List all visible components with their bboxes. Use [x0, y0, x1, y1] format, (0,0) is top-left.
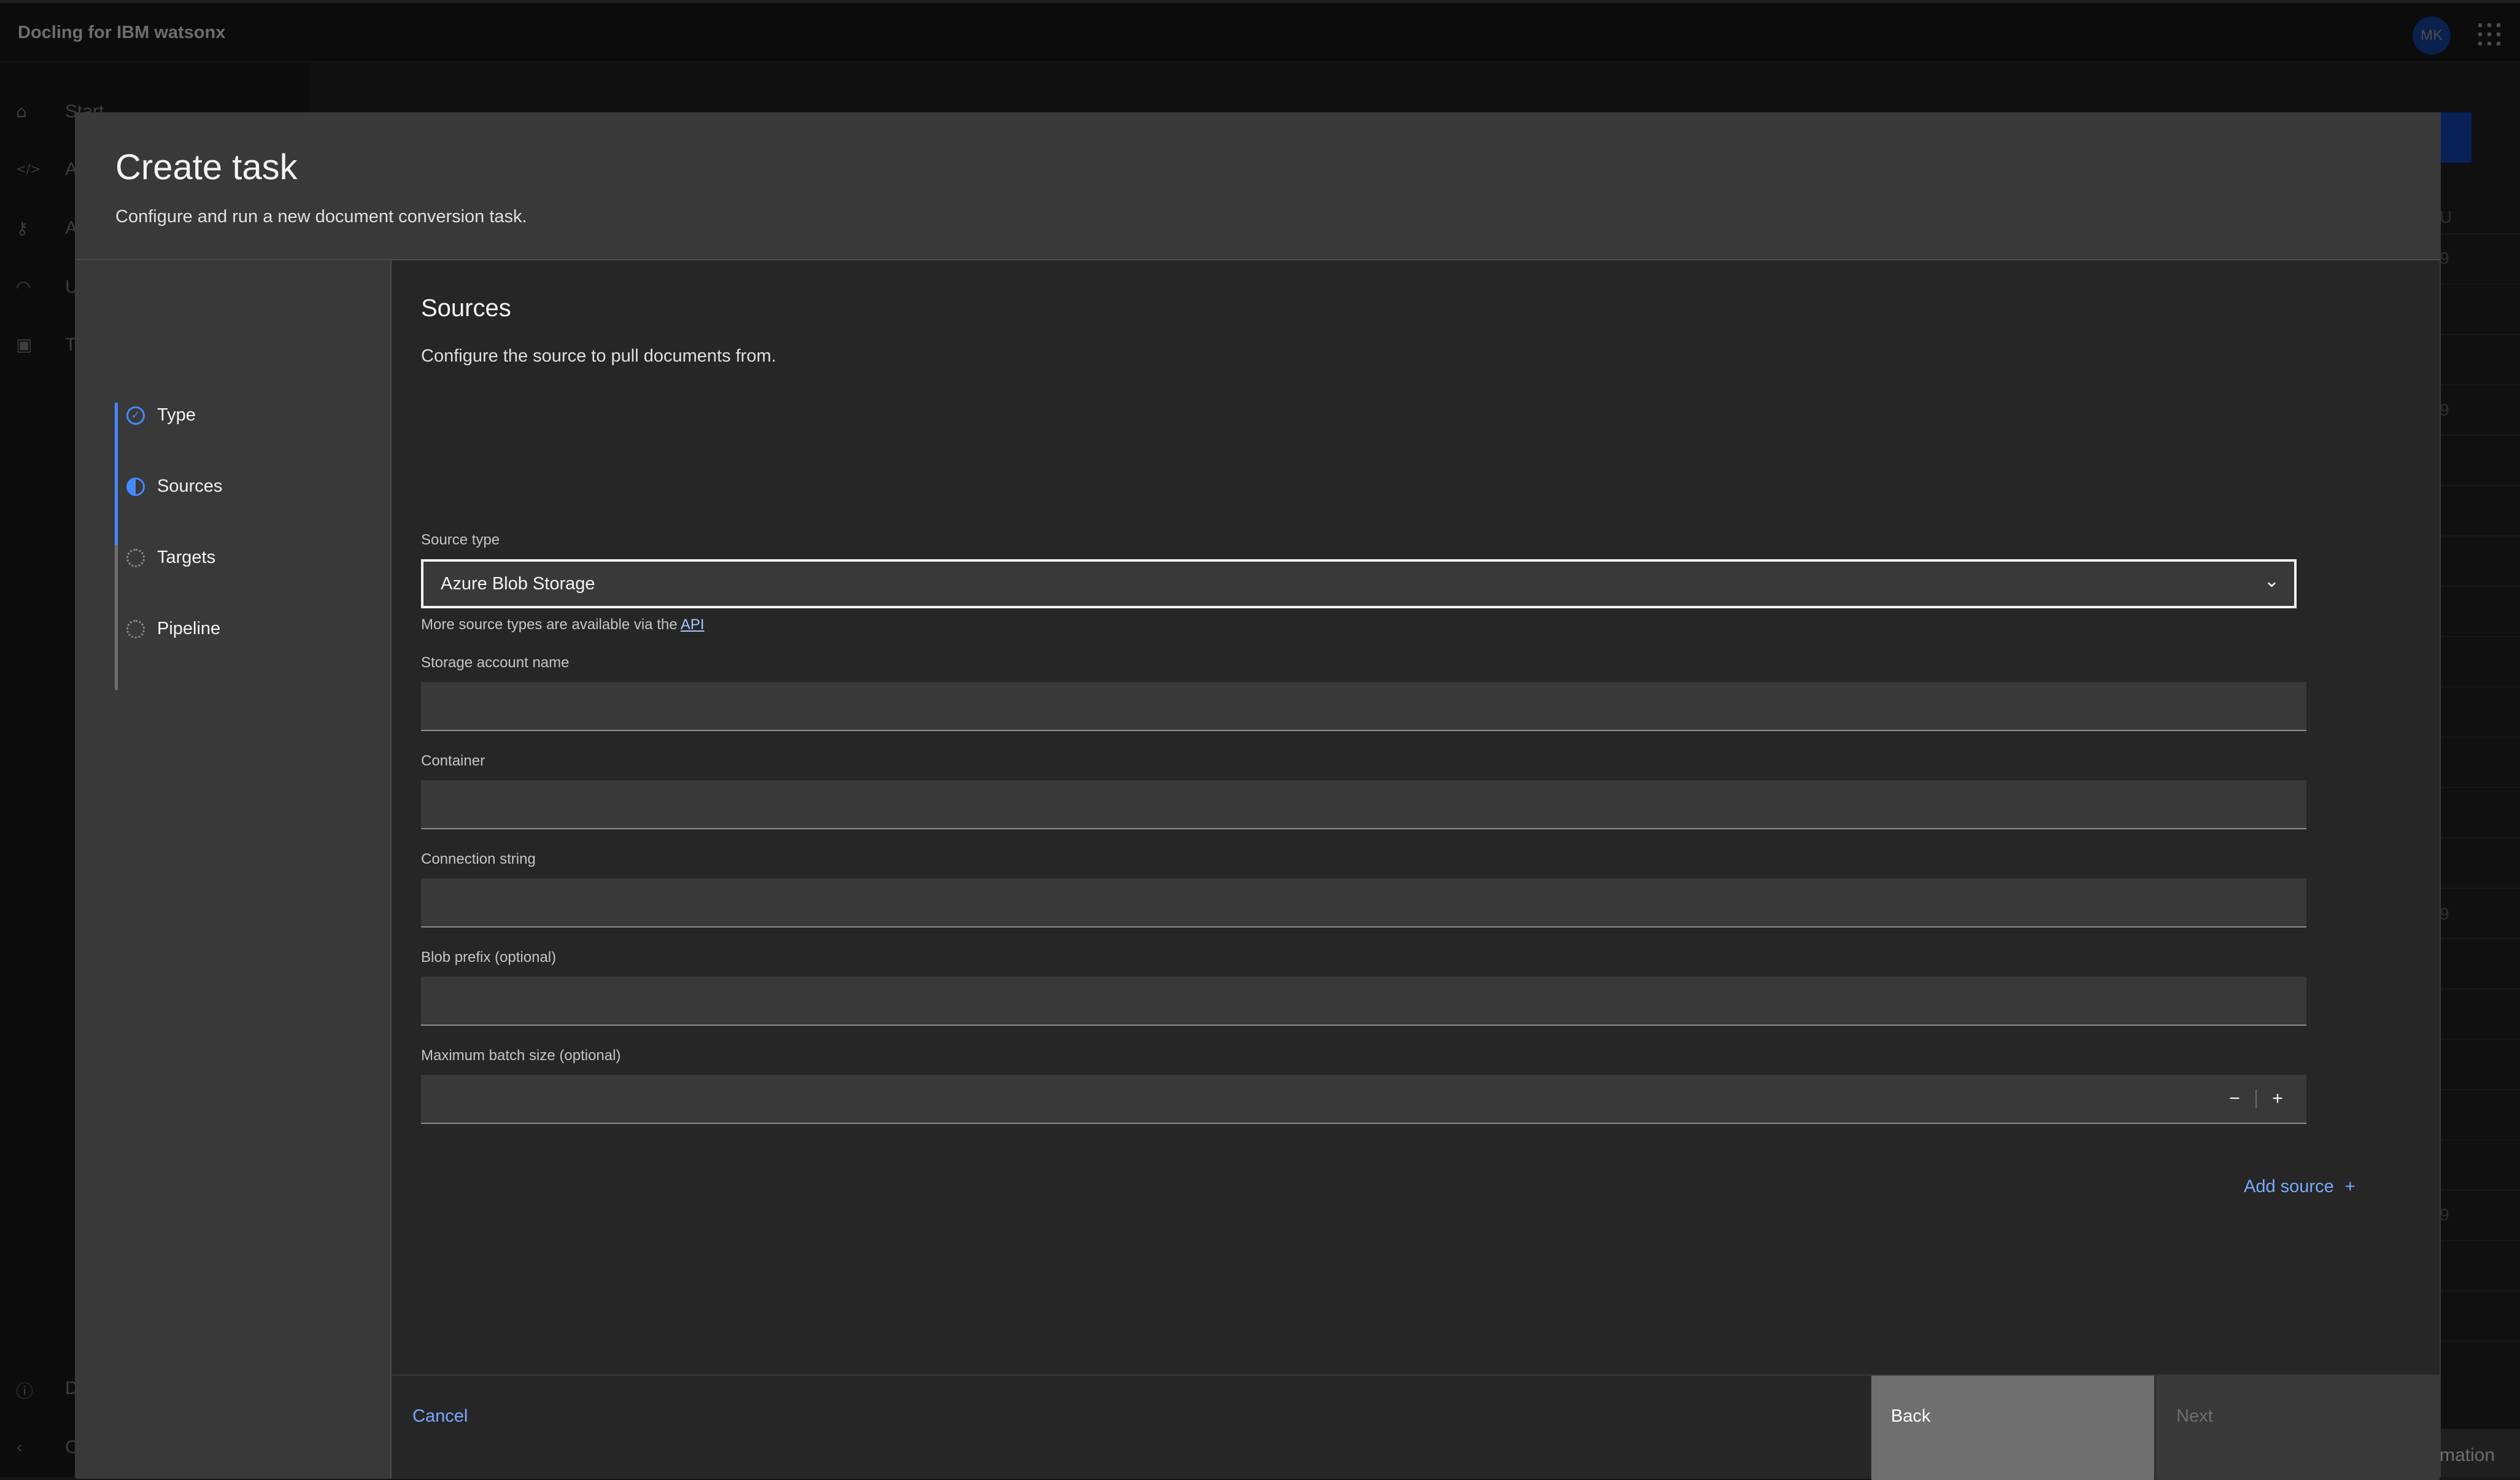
connection-string-label: Connection string: [421, 851, 536, 867]
modal-header: Create task Configure and run a new docu…: [76, 114, 2440, 260]
container-label: Container: [421, 753, 485, 769]
checkmark-outline-icon: ✓: [126, 406, 145, 425]
form-description: Configure the source to pull documents f…: [421, 346, 776, 366]
step-targets[interactable]: Targets: [126, 545, 372, 582]
source-type-helper: More source types are available via the …: [421, 616, 705, 633]
api-link[interactable]: API: [681, 616, 705, 633]
progress-rail-active: [115, 403, 118, 545]
helper-text: More source types are available via the: [421, 616, 678, 633]
max-batch-label: Maximum batch size (optional): [421, 1047, 621, 1064]
create-task-modal: Create task Configure and run a new docu…: [75, 112, 2441, 1480]
next-button[interactable]: Next: [2155, 1376, 2440, 1480]
max-batch-stepper[interactable]: − +: [421, 1075, 2306, 1124]
back-button[interactable]: Back: [1871, 1376, 2154, 1480]
step-label: Targets: [157, 548, 216, 567]
stepper-divider: [2255, 1090, 2257, 1108]
circle-dash-icon: [126, 620, 145, 638]
step-type[interactable]: ✓ Type: [126, 403, 372, 440]
add-icon: +: [2344, 1177, 2356, 1196]
sources-form: Sources Configure the source to pull doc…: [392, 260, 2440, 1374]
add-source-button[interactable]: Add source +: [2244, 1177, 2356, 1197]
increment-button[interactable]: +: [2262, 1086, 2293, 1112]
container-input[interactable]: [421, 780, 2306, 829]
source-type-label: Source type: [421, 532, 500, 548]
modal-title: Create task: [115, 147, 298, 187]
step-pipeline[interactable]: Pipeline: [126, 616, 372, 653]
form-title: Sources: [421, 295, 511, 322]
connection-string-input[interactable]: [421, 878, 2306, 928]
chevron-down-icon: ⌄: [2263, 570, 2279, 592]
add-source-label: Add source: [2244, 1177, 2334, 1196]
storage-account-label: Storage account name: [421, 654, 570, 671]
storage-account-input[interactable]: [421, 682, 2306, 731]
source-type-value: Azure Blob Storage: [441, 574, 595, 594]
blob-prefix-label: Blob prefix (optional): [421, 949, 557, 966]
step-label: Type: [157, 405, 196, 425]
source-type-select[interactable]: Azure Blob Storage ⌄: [421, 559, 2297, 608]
step-label: Sources: [157, 476, 223, 496]
incomplete-current-icon: [126, 478, 145, 496]
progress-indicator: ✓ Type Sources Targets Pipeline: [76, 260, 392, 1479]
cancel-button[interactable]: Cancel: [392, 1376, 1871, 1480]
stepper-controls: − +: [2219, 1086, 2293, 1112]
modal-footer: Cancel Back Next: [392, 1374, 2440, 1480]
circle-dash-icon: [126, 549, 145, 567]
app-root: U 9 9 9 9 mation ⌂ Start </> A ⚷ A ◠ U ▣…: [0, 0, 2520, 1480]
step-label: Pipeline: [157, 619, 221, 638]
modal-subtitle: Configure and run a new document convers…: [115, 207, 527, 227]
decrement-button[interactable]: −: [2219, 1086, 2250, 1112]
blob-prefix-input[interactable]: [421, 977, 2306, 1026]
step-sources[interactable]: Sources: [126, 474, 372, 511]
